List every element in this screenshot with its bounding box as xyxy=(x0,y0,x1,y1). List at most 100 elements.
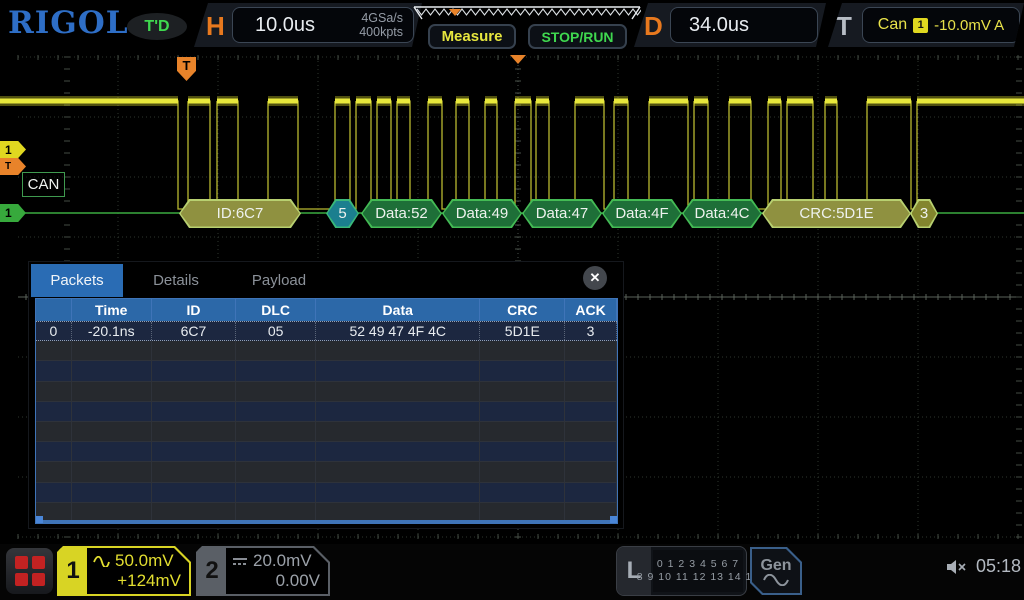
decode-field-data: Data:52 xyxy=(361,199,442,228)
table-cell xyxy=(72,341,152,361)
table-cell xyxy=(72,422,152,442)
table-cell: 52 49 47 4F 4C xyxy=(316,322,480,340)
speaker-muted-icon[interactable] xyxy=(946,559,970,575)
table-cell xyxy=(72,483,152,503)
table-cell xyxy=(152,483,237,503)
table-cell xyxy=(36,483,72,503)
generator-block[interactable]: Gen xyxy=(750,547,802,595)
table-cell xyxy=(480,361,565,381)
table-cell xyxy=(36,361,72,381)
empty-row xyxy=(36,422,617,442)
column-header: CRC xyxy=(480,299,565,321)
table-cell xyxy=(565,341,617,361)
table-cell: 0 xyxy=(36,322,72,340)
channel2-number: 2 xyxy=(198,548,226,594)
tab-packets[interactable]: Packets xyxy=(31,264,123,297)
table-cell xyxy=(152,442,237,462)
table-cell xyxy=(152,382,237,402)
table-cell xyxy=(236,442,316,462)
table-cell xyxy=(565,422,617,442)
bus-type-label: CAN xyxy=(22,172,65,197)
empty-row xyxy=(36,361,617,381)
table-cell xyxy=(480,462,565,482)
channel1-block[interactable]: 1 50.0mV +124mV xyxy=(57,546,191,596)
table-cell xyxy=(565,442,617,462)
menu-grid-button[interactable] xyxy=(6,548,53,594)
table-cell xyxy=(236,483,316,503)
sine-wave-icon xyxy=(763,574,789,586)
gen-label: Gen xyxy=(760,557,791,574)
table-cell xyxy=(72,462,152,482)
bottom-status-bar: 1 50.0mV +124mV 2 20.0mV 0.00V L 0 1 2 xyxy=(0,544,1024,600)
empty-row xyxy=(36,341,617,361)
table-cell xyxy=(72,382,152,402)
table-cell xyxy=(316,442,480,462)
table-cell xyxy=(152,422,237,442)
table-cell xyxy=(236,361,316,381)
table-cell xyxy=(36,442,72,462)
channel2-block[interactable]: 2 20.0mV 0.00V xyxy=(196,546,330,596)
decode-field-data: Data:4C xyxy=(682,199,762,228)
table-cell xyxy=(565,361,617,381)
empty-row xyxy=(36,442,617,462)
table-cell xyxy=(565,462,617,482)
packet-table[interactable]: TimeIDDLCDataCRCACK 0-20.1ns6C70552 49 4… xyxy=(35,298,618,524)
table-cell xyxy=(36,422,72,442)
table-cell xyxy=(236,341,316,361)
logic-channels-block[interactable]: L 0 1 2 3 4 5 6 7 8 9 10 11 12 13 14 15 xyxy=(616,546,747,596)
decode-field-data: Data:4F xyxy=(602,199,682,228)
table-cell xyxy=(36,462,72,482)
channel1-number: 1 xyxy=(59,548,87,594)
table-cell xyxy=(72,361,152,381)
table-cell xyxy=(152,361,237,381)
dc-coupling-icon xyxy=(232,556,248,567)
channel2-offset: 0.00V xyxy=(276,571,320,591)
table-cell: 3 xyxy=(565,322,617,340)
empty-row xyxy=(36,462,617,482)
table-cell xyxy=(316,402,480,422)
table-cell xyxy=(480,341,565,361)
oscilloscope-screen: RIGOL T'D H 10.0us 4GSa/s400kpts Measure… xyxy=(0,0,1024,600)
channel2-scale: 20.0mV xyxy=(253,551,312,571)
column-header: ID xyxy=(152,299,237,321)
table-cell xyxy=(480,442,565,462)
column-header: DLC xyxy=(236,299,316,321)
decode-field-ack: 3 xyxy=(910,199,938,228)
table-cell xyxy=(36,382,72,402)
table-cell: 05 xyxy=(236,322,316,340)
logic-channel-numbers: 0 1 2 3 4 5 6 7 8 9 10 11 12 13 14 15 xyxy=(653,550,743,592)
table-cell xyxy=(236,382,316,402)
table-cell xyxy=(565,483,617,503)
trigger-center-marker[interactable] xyxy=(510,55,526,64)
column-header: ACK xyxy=(565,299,617,321)
column-header: Time xyxy=(72,299,152,321)
empty-row xyxy=(36,402,617,422)
table-cell xyxy=(72,442,152,462)
table-cell xyxy=(480,422,565,442)
empty-row xyxy=(36,483,617,503)
table-cell xyxy=(72,402,152,422)
table-cell xyxy=(316,341,480,361)
table-body: 0-20.1ns6C70552 49 47 4F 4C5D1E3 xyxy=(36,321,617,523)
table-scrollbar[interactable] xyxy=(36,520,617,523)
table-cell: -20.1ns xyxy=(72,322,152,340)
table-header: TimeIDDLCDataCRCACK xyxy=(36,299,617,321)
table-cell xyxy=(480,483,565,503)
close-icon[interactable]: ✕ xyxy=(583,266,607,290)
table-cell xyxy=(36,402,72,422)
table-cell xyxy=(316,361,480,381)
table-cell xyxy=(316,462,480,482)
table-cell xyxy=(565,402,617,422)
empty-row xyxy=(36,382,617,402)
ac-coupling-icon xyxy=(93,556,110,567)
table-cell xyxy=(236,462,316,482)
tab-details[interactable]: Details xyxy=(131,264,221,297)
table-cell xyxy=(152,462,237,482)
column-header xyxy=(36,299,72,321)
decode-event-table-window: PacketsDetailsPayload ✕ TimeIDDLCDataCRC… xyxy=(28,261,624,529)
decode-field-data: Data:49 xyxy=(442,199,522,228)
table-cell: 6C7 xyxy=(152,322,237,340)
tab-payload[interactable]: Payload xyxy=(229,264,329,297)
packet-row[interactable]: 0-20.1ns6C70552 49 47 4F 4C5D1E3 xyxy=(36,321,617,341)
table-cell: 5D1E xyxy=(480,322,565,340)
